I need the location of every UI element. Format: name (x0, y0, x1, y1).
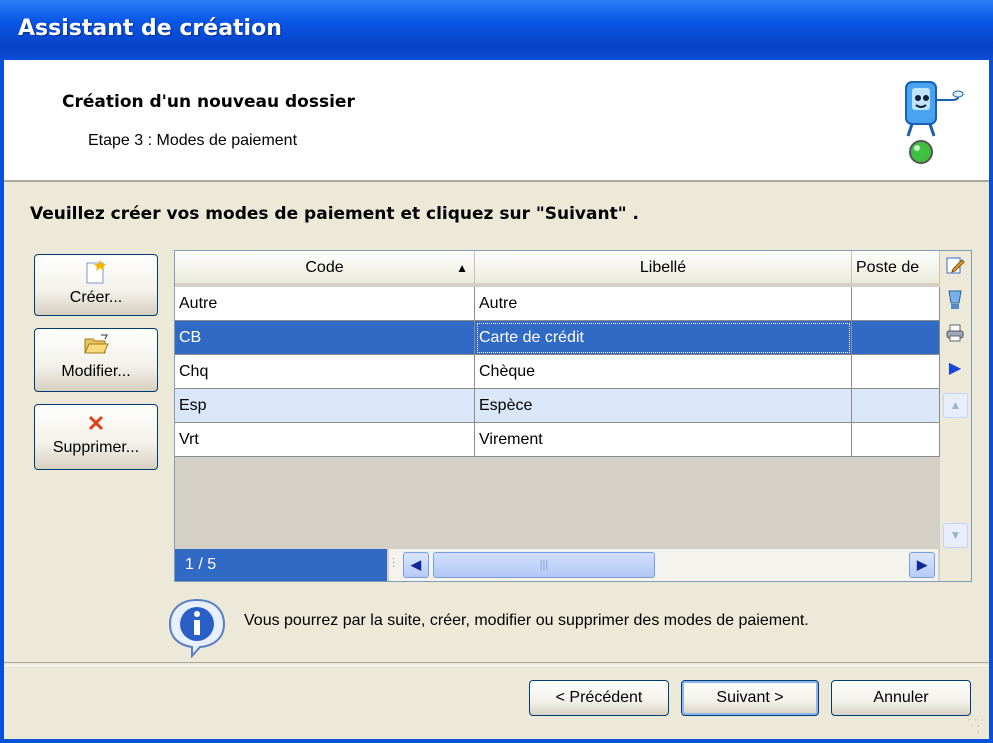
export-icon[interactable] (943, 289, 967, 313)
modify-button[interactable]: Modifier... (34, 328, 158, 392)
edit-icon[interactable] (943, 255, 967, 279)
table-row[interactable]: Esp Espèce (175, 389, 940, 423)
resize-grip[interactable]: · · · · · · (967, 715, 985, 738)
table-row[interactable]: Chq Chèque (175, 355, 940, 389)
column-header-code[interactable]: Code ▲ (175, 251, 475, 285)
footer-separator (4, 662, 989, 666)
play-icon[interactable]: ▶ (943, 357, 967, 381)
header-subtitle: Etape 3 : Modes de paiement (88, 132, 298, 149)
column-header-libelle[interactable]: Libellé (475, 251, 852, 285)
instruction-text: Veuillez créer vos modes de paiement et … (30, 204, 639, 224)
payment-modes-table[interactable]: Code ▲ Libellé Poste de Autre Autre CB C… (174, 250, 972, 582)
delete-button[interactable]: ✕ Supprimer... (34, 404, 158, 470)
wizard-window: Assistant de création Création d'un nouv… (0, 0, 993, 743)
header-title: Création d'un nouveau dossier (62, 92, 355, 112)
title-bar[interactable]: Assistant de création (0, 0, 993, 60)
table-row[interactable]: Vrt Virement (175, 423, 940, 457)
print-icon[interactable] (943, 323, 967, 347)
open-folder-icon (35, 333, 157, 363)
column-header-poste[interactable]: Poste de (852, 251, 940, 285)
horizontal-scrollbar[interactable]: · · · ◀ ||| ▶ (389, 549, 938, 581)
scroll-down-button[interactable]: ▼ (943, 523, 968, 548)
table-row-selected[interactable]: CB Carte de crédit (175, 321, 940, 355)
wizard-computer-icon (905, 81, 964, 164)
delete-button-label: Supprimer... (52, 439, 140, 456)
wizard-header: Création d'un nouveau dossier Etape 3 : … (4, 60, 989, 182)
scroll-up-button[interactable]: ▲ (943, 393, 968, 418)
window-title: Assistant de création (18, 16, 282, 41)
delete-x-icon: ✕ (86, 411, 106, 436)
scroll-left-button[interactable]: ◀ (403, 552, 429, 578)
info-icon (168, 598, 226, 658)
cancel-button[interactable]: Annuler (831, 680, 971, 716)
modify-button-label: Modifier... (61, 363, 131, 380)
record-counter: 1 / 5 (175, 549, 387, 581)
previous-button[interactable]: < Précédent (529, 680, 669, 716)
table-row[interactable]: Autre Autre (175, 287, 940, 321)
create-button-label: Créer... (69, 289, 123, 306)
sort-ascending-icon: ▲ (456, 261, 468, 275)
scroll-right-button[interactable]: ▶ (909, 552, 935, 578)
create-button[interactable]: Créer... (34, 254, 158, 316)
scroll-thumb[interactable]: ||| (433, 552, 655, 578)
table-toolbar: ▶ ▲ ▼ (940, 251, 971, 581)
next-button[interactable]: Suivant > (681, 680, 819, 716)
splitter-grip[interactable]: · · · (392, 554, 395, 572)
info-message: Vous pourrez par la suite, créer, modifi… (244, 612, 809, 629)
new-document-icon (35, 259, 157, 289)
